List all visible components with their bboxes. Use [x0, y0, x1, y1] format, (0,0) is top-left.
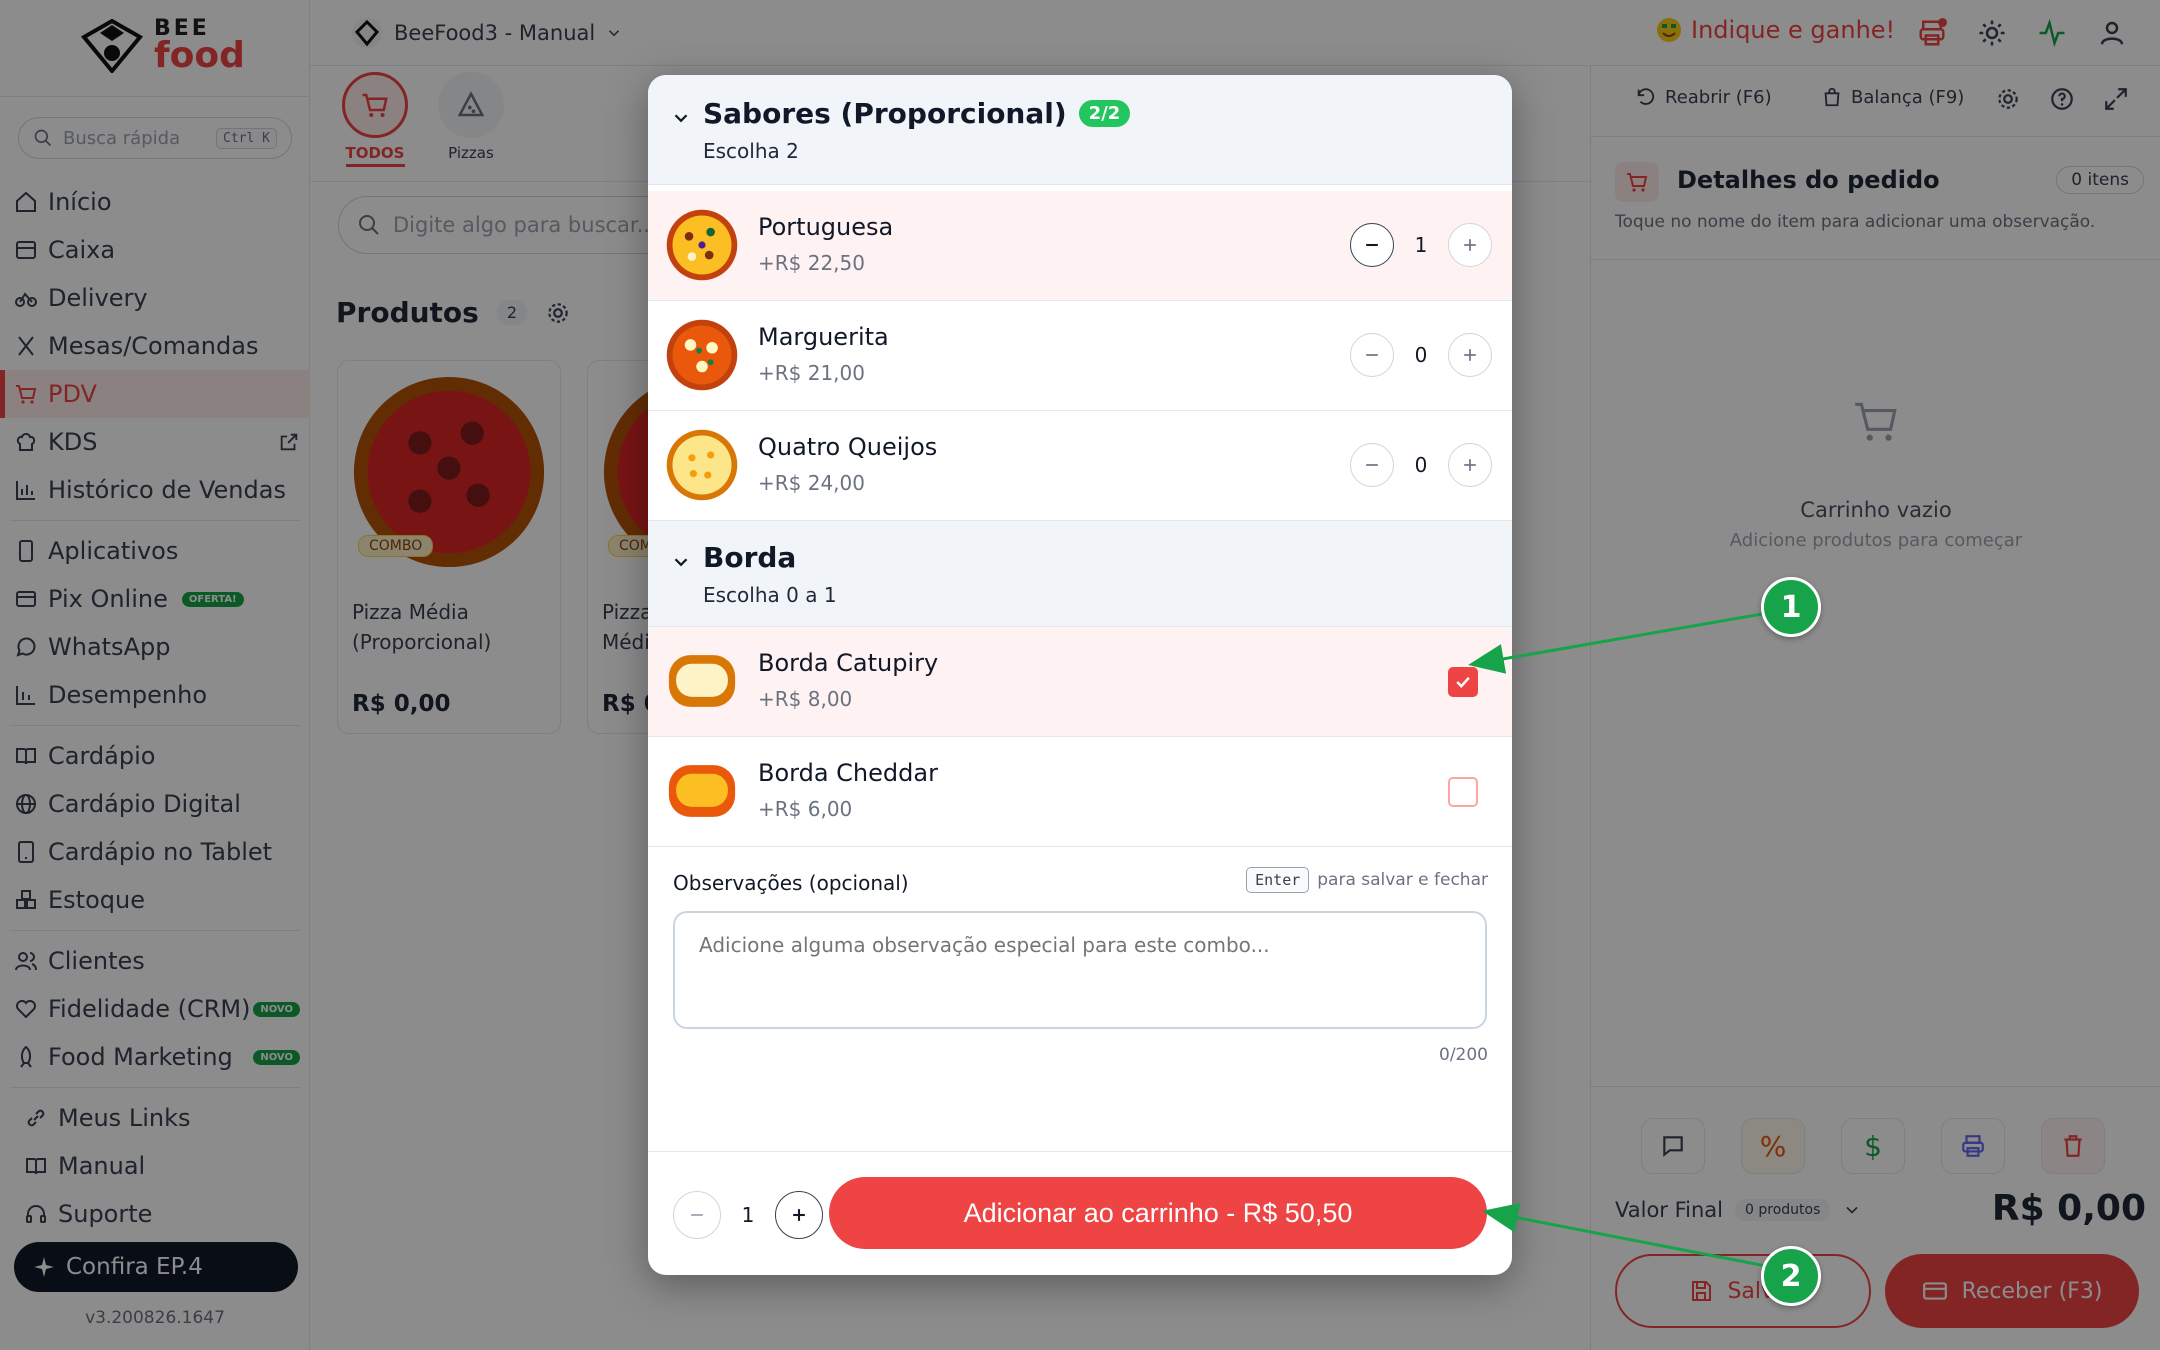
crust-checkbox[interactable]: [1448, 777, 1478, 807]
annotation-callout-1: 1: [1761, 577, 1821, 637]
combo-quantity-stepper: 1: [673, 1191, 823, 1239]
crust-option-catupiry[interactable]: Borda Catupiry +R$ 8,00: [648, 627, 1512, 737]
flavor-option-portuguesa[interactable]: Portuguesa +R$ 22,50 1: [648, 191, 1512, 301]
crust-subtitle: Escolha 0 a 1: [703, 583, 837, 607]
notes-label: Observações (opcional): [673, 871, 909, 895]
quantity-stepper: 0: [1350, 443, 1492, 487]
minus-icon: [1366, 243, 1378, 247]
flavors-count-badge: 2/2: [1078, 100, 1131, 127]
notes-textarea[interactable]: [673, 911, 1487, 1029]
quantity-stepper: 1: [1350, 223, 1492, 267]
minus-icon: [1366, 354, 1378, 356]
quantity-value: 1: [741, 1203, 755, 1227]
option-price: +R$ 21,00: [758, 361, 865, 385]
plus-icon: [1464, 239, 1476, 251]
flavor-option-quatro-queijos[interactable]: Quatro Queijos +R$ 24,00 0: [648, 411, 1512, 521]
crust-image: [668, 765, 736, 817]
plus-icon: [793, 1209, 805, 1221]
crust-checkbox-checked[interactable]: [1448, 667, 1478, 697]
option-price: +R$ 6,00: [758, 797, 853, 821]
flavors-section-header[interactable]: Sabores (Proporcional) 2/2 Escolha 2: [648, 75, 1512, 185]
pizza-image: [666, 429, 738, 501]
enter-hint-text: para salvar e fechar: [1317, 870, 1488, 890]
increment-button[interactable]: [1448, 333, 1492, 377]
notes-hint: Enter para salvar e fechar: [1246, 867, 1488, 893]
quantity-value: 0: [1414, 453, 1428, 477]
decrement-button[interactable]: [673, 1191, 721, 1239]
minus-icon: [1366, 464, 1378, 466]
plus-icon: [1464, 349, 1476, 361]
minus-icon: [691, 1214, 703, 1216]
enter-key-hint: Enter: [1246, 867, 1310, 893]
notes-counter: 0/200: [1439, 1045, 1488, 1065]
plus-icon: [1464, 459, 1476, 471]
quantity-value: 0: [1414, 343, 1428, 367]
combo-options-modal: Sabores (Proporcional) 2/2 Escolha 2 Por…: [648, 75, 1512, 1275]
pizza-image: [666, 209, 738, 281]
option-price: +R$ 22,50: [758, 251, 865, 275]
annotation-callout-2: 2: [1761, 1246, 1821, 1306]
option-name: Portuguesa: [758, 213, 894, 241]
chevron-down-icon: [674, 558, 688, 567]
option-name: Quatro Queijos: [758, 433, 938, 461]
increment-button[interactable]: [775, 1191, 823, 1239]
increment-button[interactable]: [1448, 443, 1492, 487]
flavors-title: Sabores (Proporcional): [703, 97, 1067, 130]
decrement-button[interactable]: [1350, 443, 1394, 487]
quantity-value: 1: [1414, 233, 1428, 257]
quantity-stepper: 0: [1350, 333, 1492, 377]
crust-image: [668, 655, 736, 707]
option-name: Borda Cheddar: [758, 759, 938, 787]
increment-button[interactable]: [1448, 223, 1492, 267]
crust-section-header[interactable]: Borda Escolha 0 a 1: [648, 521, 1512, 627]
pizza-image: [666, 319, 738, 391]
decrement-button[interactable]: [1350, 333, 1394, 377]
flavor-option-marguerita[interactable]: Marguerita +R$ 21,00 0: [648, 301, 1512, 411]
option-price: +R$ 24,00: [758, 471, 865, 495]
flavors-subtitle: Escolha 2: [703, 139, 799, 163]
option-price: +R$ 8,00: [758, 687, 853, 711]
check-icon: [1456, 676, 1470, 688]
crust-option-cheddar[interactable]: Borda Cheddar +R$ 6,00: [648, 737, 1512, 847]
option-name: Borda Catupiry: [758, 649, 939, 677]
chevron-down-icon: [674, 114, 688, 123]
decrement-button[interactable]: [1350, 223, 1394, 267]
crust-title: Borda: [703, 541, 797, 574]
option-name: Marguerita: [758, 323, 889, 351]
add-to-cart-button[interactable]: Adicionar ao carrinho - R$ 50,50: [829, 1177, 1487, 1249]
